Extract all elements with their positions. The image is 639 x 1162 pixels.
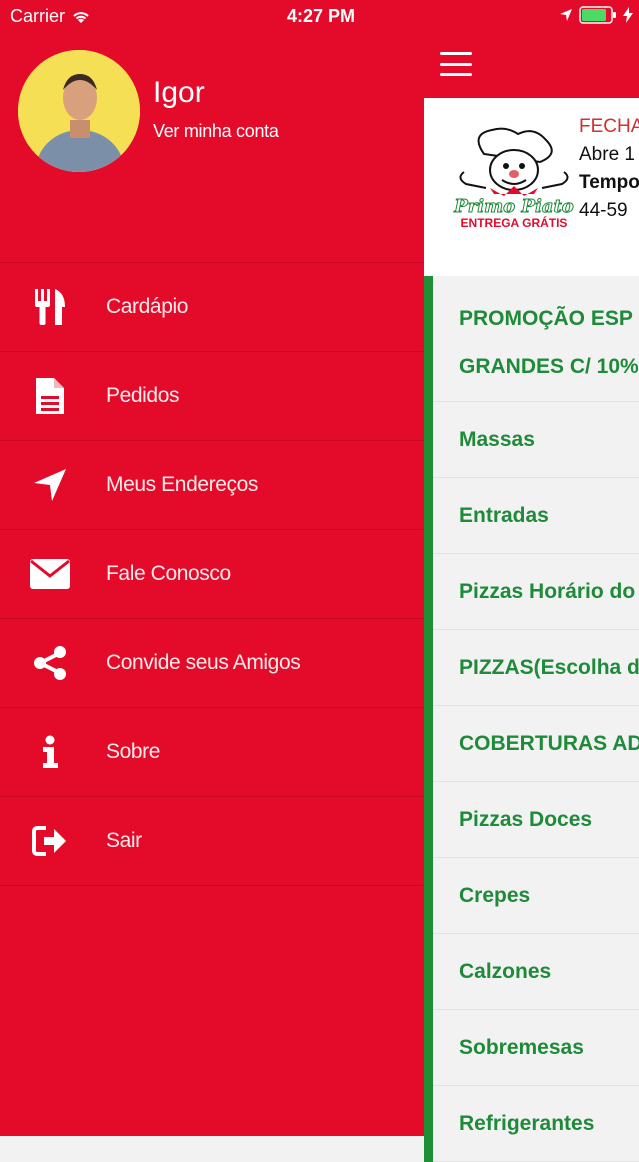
category-item[interactable]: COBERTURAS AD [424, 706, 639, 782]
category-label: PIZZAS(Escolha d [459, 656, 639, 679]
restaurant-status: FECHA [579, 116, 639, 137]
restaurant-logo: Primo Piato ENTREGA GRÁTIS [446, 126, 582, 234]
menu-item-label: Pedidos [106, 384, 180, 407]
menu-item-label: Sair [106, 829, 142, 852]
menu-item-label: Fale Conosco [106, 562, 231, 585]
category-label: Sobremesas [459, 1036, 584, 1059]
envelope-icon [30, 554, 70, 594]
category-item[interactable]: PIZZAS(Escolha d [424, 630, 639, 706]
location-services-icon [560, 9, 572, 21]
category-label: Entradas [459, 504, 549, 527]
status-indicators [559, 6, 633, 24]
hamburger-menu-icon[interactable] [440, 52, 472, 76]
charging-icon [623, 7, 633, 23]
category-item[interactable]: Pizzas Horário do [424, 554, 639, 630]
battery-icon [579, 6, 616, 24]
logo-tagline: ENTREGA GRÁTIS [461, 215, 568, 230]
menu-item-sair[interactable]: Sair [0, 796, 424, 886]
category-item[interactable]: Pizzas Doces [424, 782, 639, 858]
fork-knife-icon [30, 287, 70, 327]
category-label: Crepes [459, 884, 531, 907]
category-label: Pizzas Horário do [459, 580, 636, 603]
wifi-icon [73, 11, 89, 23]
side-drawer: Carrier 4:27 PM Igor Ver minha conta Car… [0, 0, 424, 1136]
category-label: Calzones [459, 960, 552, 983]
menu-item-convide-amigos[interactable]: Convide seus Amigos [0, 618, 424, 707]
sign-out-icon [30, 821, 70, 861]
avatar[interactable] [18, 50, 140, 172]
menu-item-sobre[interactable]: Sobre [0, 707, 424, 796]
menu-item-pedidos[interactable]: Pedidos [0, 351, 424, 440]
category-item[interactable]: Calzones [424, 934, 639, 1010]
category-label: PROMOÇÃO ESP [459, 307, 633, 330]
avatar-photo [18, 50, 140, 172]
status-carrier: Carrier [10, 6, 91, 27]
info-icon [30, 732, 70, 772]
menu-item-label: Cardápio [106, 295, 189, 318]
menu-item-enderecos[interactable]: Meus Endereços [0, 440, 424, 529]
logo-text: Primo Piato [453, 196, 574, 217]
drawer-menu: Cardápio Pedidos Meus Endereços Fale Con… [0, 262, 424, 886]
view-account-link[interactable]: Ver minha conta [153, 121, 279, 142]
category-label: Pizzas Doces [459, 808, 593, 831]
restaurant-opens: Abre 1 [579, 144, 635, 165]
delivery-time-value: 44-59 [579, 200, 628, 221]
share-icon [30, 643, 70, 683]
category-item[interactable]: Massas [424, 402, 639, 478]
category-text-block: PROMOÇÃO ESP GRANDES C/ 10% [433, 287, 639, 391]
category-item[interactable]: Sobremesas [424, 1010, 639, 1086]
status-time: 4:27 PM [287, 6, 356, 26]
category-label: Massas [459, 428, 535, 451]
menu-item-cardapio[interactable]: Cardápio [0, 262, 424, 351]
category-label: COBERTURAS AD [459, 732, 639, 755]
main-screen: Primo Piato ENTREGA GRÁTIS FECHA Abre 1 … [424, 0, 639, 1162]
restaurant-header[interactable]: Primo Piato ENTREGA GRÁTIS FECHA Abre 1 … [424, 98, 639, 276]
category-label: Refrigerantes [459, 1112, 595, 1135]
menu-item-label: Convide seus Amigos [106, 651, 301, 674]
delivery-time-label: Tempo [579, 172, 639, 193]
document-icon [30, 376, 70, 416]
category-list: PROMOÇÃO ESP GRANDES C/ 10% Massas Entra… [424, 276, 639, 1162]
menu-item-label: Meus Endereços [106, 473, 258, 496]
location-arrow-icon [30, 465, 70, 505]
profile-name: Igor [153, 76, 205, 109]
category-item[interactable]: Crepes [424, 858, 639, 934]
menu-item-label: Sobre [106, 740, 161, 763]
category-label: GRANDES C/ 10% [459, 355, 639, 378]
category-item[interactable]: Entradas [424, 478, 639, 554]
category-item[interactable]: PROMOÇÃO ESP GRANDES C/ 10% [424, 276, 639, 402]
menu-item-fale-conosco[interactable]: Fale Conosco [0, 529, 424, 618]
category-item[interactable]: Refrigerantes [424, 1086, 639, 1162]
carrier-label: Carrier [10, 6, 66, 26]
navigation-bar [424, 0, 639, 98]
